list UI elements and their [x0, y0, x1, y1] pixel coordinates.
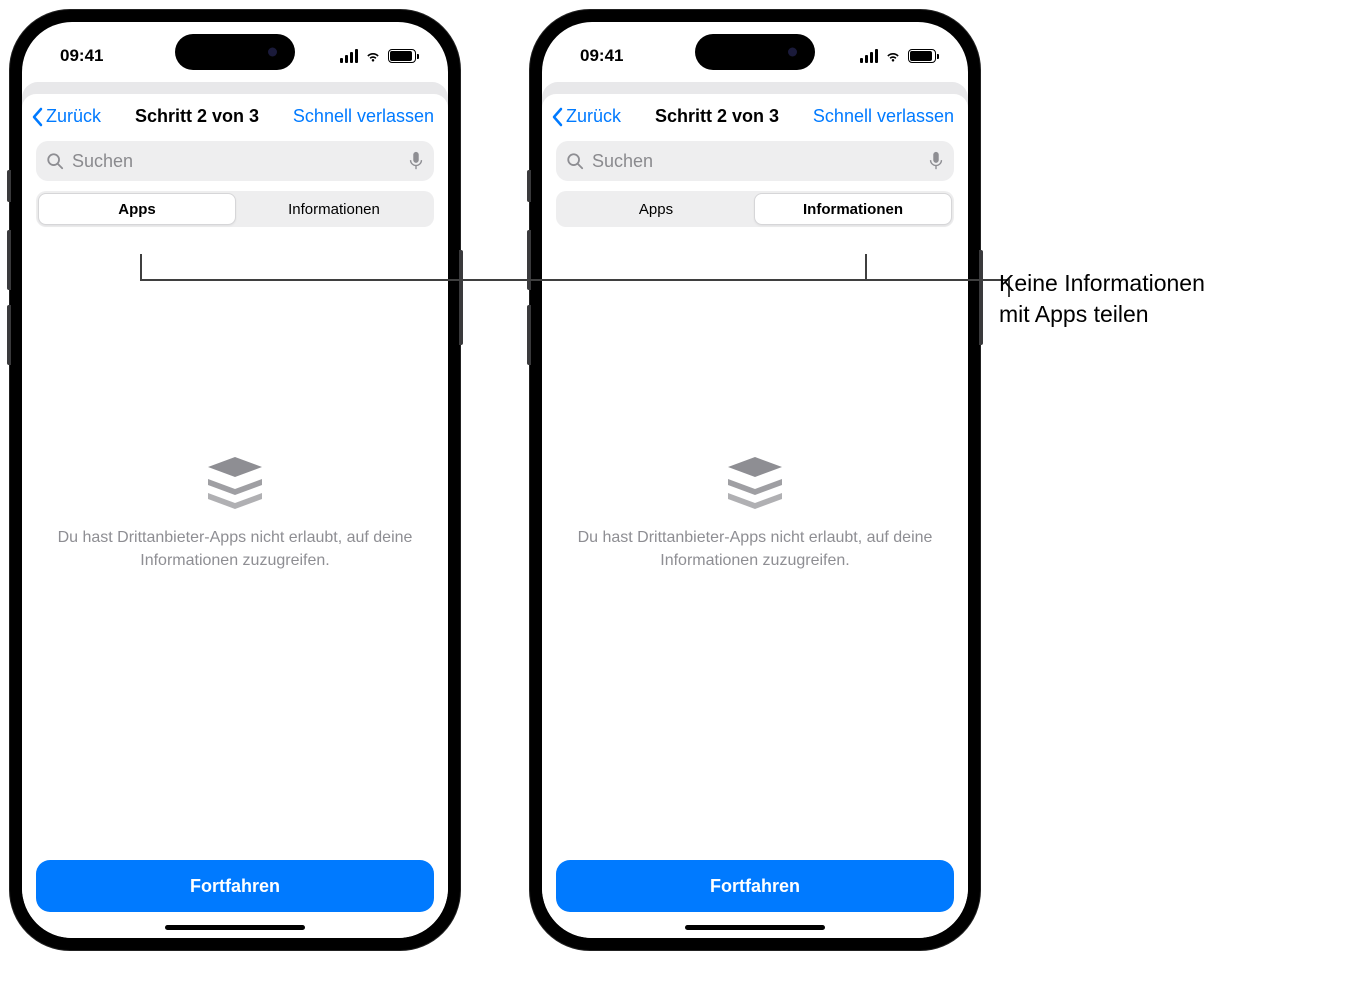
back-button[interactable]: Zurück	[30, 106, 101, 127]
status-time: 09:41	[60, 46, 103, 66]
status-time: 09:41	[580, 46, 623, 66]
nav-bar: Zurück Schritt 2 von 3 Schnell verlassen	[22, 94, 448, 135]
signal-icon	[860, 49, 878, 63]
tab-information[interactable]: Informationen	[236, 193, 432, 225]
callout-line2: mit Apps teilen	[999, 299, 1319, 330]
callout-line	[140, 254, 142, 280]
tab-apps[interactable]: Apps	[558, 193, 754, 225]
home-indicator[interactable]	[165, 925, 305, 930]
continue-button[interactable]: Fortfahren	[556, 860, 954, 912]
search-placeholder: Suchen	[592, 151, 920, 172]
search-placeholder: Suchen	[72, 151, 400, 172]
search-icon	[46, 152, 64, 170]
dynamic-island	[695, 34, 815, 70]
page-title: Schritt 2 von 3	[135, 106, 259, 127]
empty-state-text: Du hast Drittanbieter-Apps nicht erlaubt…	[566, 527, 944, 572]
page-title: Schritt 2 von 3	[655, 106, 779, 127]
wifi-icon	[884, 49, 902, 63]
wifi-icon	[364, 49, 382, 63]
callout-text: Keine Informationen mit Apps teilen	[999, 268, 1319, 330]
empty-state-text: Du hast Drittanbieter-Apps nicht erlaubt…	[46, 527, 424, 572]
signal-icon	[340, 49, 358, 63]
callout-line1: Keine Informationen	[999, 268, 1319, 299]
back-label: Zurück	[566, 106, 621, 127]
back-label: Zurück	[46, 106, 101, 127]
callout-line	[140, 279, 1010, 281]
search-input[interactable]: Suchen	[36, 141, 434, 181]
home-indicator[interactable]	[685, 925, 825, 930]
search-icon	[566, 152, 584, 170]
chevron-left-icon	[550, 107, 564, 127]
tab-apps[interactable]: Apps	[38, 193, 236, 225]
empty-state: Du hast Drittanbieter-Apps nicht erlaubt…	[22, 227, 448, 860]
phone-mockup-left: 09:41 Zurück Schritt 2 von 3 Schnell ver…	[10, 10, 460, 950]
mic-icon[interactable]	[408, 151, 424, 171]
mic-icon[interactable]	[928, 151, 944, 171]
stack-icon	[204, 455, 266, 511]
nav-bar: Zurück Schritt 2 von 3 Schnell verlassen	[542, 94, 968, 135]
modal-sheet: Zurück Schritt 2 von 3 Schnell verlassen…	[542, 94, 968, 938]
search-input[interactable]: Suchen	[556, 141, 954, 181]
callout-line	[865, 254, 867, 280]
tab-information[interactable]: Informationen	[754, 193, 952, 225]
back-button[interactable]: Zurück	[550, 106, 621, 127]
continue-button[interactable]: Fortfahren	[36, 860, 434, 912]
segmented-control: Apps Informationen	[36, 191, 434, 227]
dynamic-island	[175, 34, 295, 70]
empty-state: Du hast Drittanbieter-Apps nicht erlaubt…	[542, 227, 968, 860]
phone-mockup-right: 09:41 Zurück Schritt 2 von 3 Schnell ver…	[530, 10, 980, 950]
phone-screen: 09:41 Zurück Schritt 2 von 3 Schnell ver…	[542, 22, 968, 938]
battery-icon	[388, 49, 416, 63]
chevron-left-icon	[30, 107, 44, 127]
stack-icon	[724, 455, 786, 511]
quick-exit-button[interactable]: Schnell verlassen	[813, 106, 954, 127]
modal-sheet: Zurück Schritt 2 von 3 Schnell verlassen…	[22, 94, 448, 938]
segmented-control: Apps Informationen	[556, 191, 954, 227]
battery-icon	[908, 49, 936, 63]
quick-exit-button[interactable]: Schnell verlassen	[293, 106, 434, 127]
phone-screen: 09:41 Zurück Schritt 2 von 3 Schnell ver…	[22, 22, 448, 938]
